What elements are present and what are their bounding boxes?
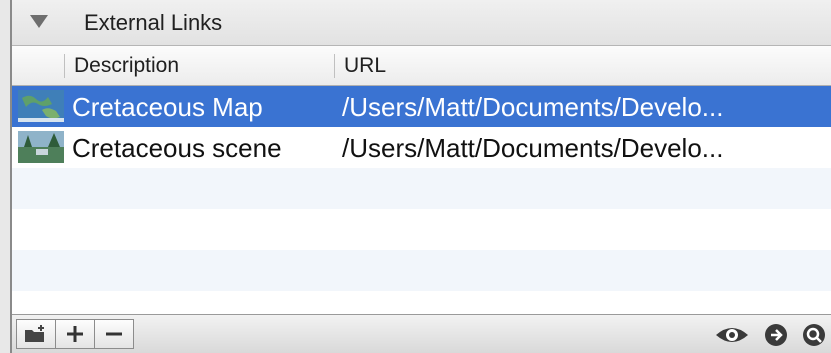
triangle-down-icon[interactable] <box>30 15 48 28</box>
section-header[interactable]: External Links <box>12 0 831 46</box>
add-folder-button[interactable] <box>16 319 56 349</box>
row-url: /Users/Matt/Documents/Develo... <box>342 133 724 163</box>
table-row-cretaceous-map[interactable]: Cretaceous Map /Users/Matt/Documents/Dev… <box>12 86 831 127</box>
empty-row <box>12 209 831 250</box>
magnifier-icon[interactable] <box>802 323 826 347</box>
column-header-description[interactable]: Description <box>74 54 179 78</box>
links-table: Cretaceous Map /Users/Matt/Documents/Dev… <box>12 86 831 314</box>
remove-link-button[interactable] <box>94 319 134 349</box>
column-separator <box>64 54 65 78</box>
row-description: Cretaceous Map <box>72 92 263 122</box>
column-separator[interactable] <box>334 54 335 78</box>
section-title: External Links <box>84 10 223 35</box>
go-arrow-icon[interactable] <box>764 323 788 347</box>
bottom-toolbar <box>12 314 831 353</box>
map-thumbnail-icon <box>18 90 64 122</box>
row-description: Cretaceous scene <box>72 133 282 163</box>
empty-row <box>12 250 831 291</box>
column-header-url[interactable]: URL <box>344 54 386 78</box>
row-url: /Users/Matt/Documents/Develo... <box>342 92 724 122</box>
column-header-bar: Description URL <box>12 46 831 86</box>
plus-icon <box>67 326 83 342</box>
scene-thumbnail-icon <box>18 131 64 163</box>
external-links-panel: External Links Description URL Cretaceou… <box>10 0 831 353</box>
add-folder-icon <box>25 325 44 342</box>
table-row-cretaceous-scene[interactable]: Cretaceous scene /Users/Matt/Documents/D… <box>12 127 831 168</box>
add-link-button[interactable] <box>55 319 95 349</box>
empty-row <box>12 168 831 209</box>
minus-icon <box>106 332 122 336</box>
eye-icon[interactable] <box>715 323 749 347</box>
